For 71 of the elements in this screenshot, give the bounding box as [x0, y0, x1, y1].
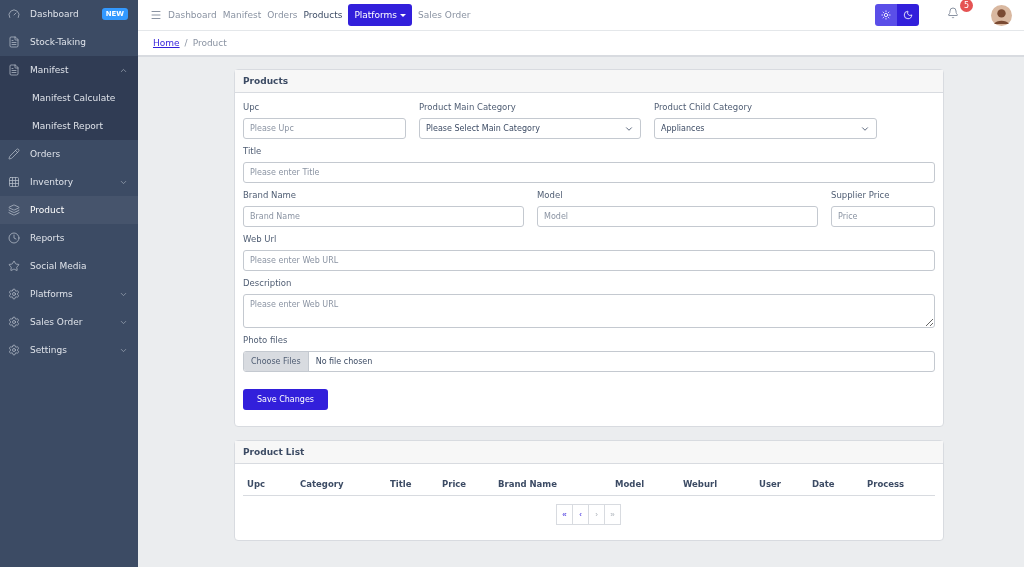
- sidebar-item[interactable]: Sales Order: [0, 308, 138, 336]
- dark-mode-button[interactable]: [897, 4, 919, 26]
- input-field[interactable]: Please enter Web URL: [243, 250, 935, 271]
- input-field[interactable]: Brand Name: [243, 206, 524, 227]
- layers-icon: [8, 204, 20, 216]
- sidebar-item[interactable]: Inventory: [0, 168, 138, 196]
- choose-files-button[interactable]: Choose Files: [244, 352, 309, 371]
- column-header: User: [758, 478, 782, 491]
- sidebar-item[interactable]: Manifest: [0, 56, 138, 84]
- document-icon: [8, 36, 20, 48]
- field-label: Title: [243, 146, 263, 156]
- select-field[interactable]: Please Select Main Category: [419, 118, 641, 139]
- moon-icon: [903, 10, 913, 20]
- menu-icon[interactable]: [150, 9, 162, 21]
- field-label: Product Child Category: [654, 102, 753, 112]
- column-header: Brand Name: [497, 478, 558, 491]
- field-label: Supplier Price: [831, 190, 891, 200]
- text-area[interactable]: Please enter Web URL: [243, 294, 935, 328]
- file-field[interactable]: Choose Files No file chosen: [243, 351, 935, 372]
- sidebar-item[interactable]: Product: [0, 196, 138, 224]
- card-title: Product List: [235, 441, 943, 464]
- sun-icon: [881, 10, 891, 20]
- column-header: Model: [614, 478, 646, 491]
- breadcrumb-link[interactable]: Home: [153, 38, 180, 48]
- input-field[interactable]: Please enter Title: [243, 162, 935, 183]
- field-label: Photo files: [243, 335, 289, 345]
- field-label: Brand Name: [243, 190, 298, 200]
- sidebar-item[interactable]: Orders: [0, 140, 138, 168]
- field-label: Model: [537, 190, 564, 200]
- column-header: Date: [811, 478, 836, 491]
- grid-icon: [8, 176, 20, 188]
- platforms-dropdown[interactable]: Platforms: [348, 4, 413, 26]
- field-label: Upc: [243, 102, 261, 112]
- sidebar-subitem[interactable]: Manifest Calculate: [0, 84, 138, 112]
- sidebar-item[interactable]: Reports: [0, 224, 138, 252]
- sidebar-item[interactable]: Social Media: [0, 252, 138, 280]
- pencil-icon: [8, 148, 20, 160]
- select-field[interactable]: Appliances: [654, 118, 877, 139]
- column-header: Upc: [246, 478, 267, 491]
- card-title: Products: [235, 70, 943, 93]
- field-label: Web Url: [243, 234, 278, 244]
- gear-icon: [8, 344, 20, 356]
- field-label: Description: [243, 278, 293, 288]
- gear-icon: [8, 316, 20, 328]
- column-header: Price: [441, 478, 468, 491]
- star-icon: [8, 260, 20, 272]
- bell-icon[interactable]: [947, 7, 959, 19]
- gear-icon: [8, 288, 20, 300]
- input-field[interactable]: Model: [537, 206, 818, 227]
- document-icon: [8, 64, 20, 76]
- save-changes-button[interactable]: Save Changes: [243, 389, 328, 410]
- column-header: Process: [866, 478, 906, 491]
- file-status: No file chosen: [314, 357, 373, 366]
- sidebar-item[interactable]: Platforms: [0, 280, 138, 308]
- notification-count: 5: [960, 0, 973, 12]
- sidebar-subitem[interactable]: Manifest Report: [0, 112, 138, 140]
- breadcrumb-current: Product: [192, 38, 227, 48]
- clock-icon: [8, 232, 20, 244]
- light-mode-button[interactable]: [875, 4, 897, 26]
- nav-link[interactable]: Products: [303, 10, 343, 20]
- column-header: Weburl: [682, 478, 719, 491]
- sidebar-item[interactable]: Stock-Taking: [0, 28, 138, 56]
- avatar-icon[interactable]: [991, 4, 1012, 26]
- column-header: Title: [389, 478, 413, 491]
- breadcrumb-separator: /: [184, 38, 188, 48]
- column-header: Category: [299, 478, 345, 491]
- sidebar-item[interactable]: Settings: [0, 336, 138, 364]
- gauge-icon: [8, 8, 20, 20]
- field-label: Product Main Category: [419, 102, 517, 112]
- input-field[interactable]: Please Upc: [243, 118, 406, 139]
- input-field[interactable]: Price: [831, 206, 935, 227]
